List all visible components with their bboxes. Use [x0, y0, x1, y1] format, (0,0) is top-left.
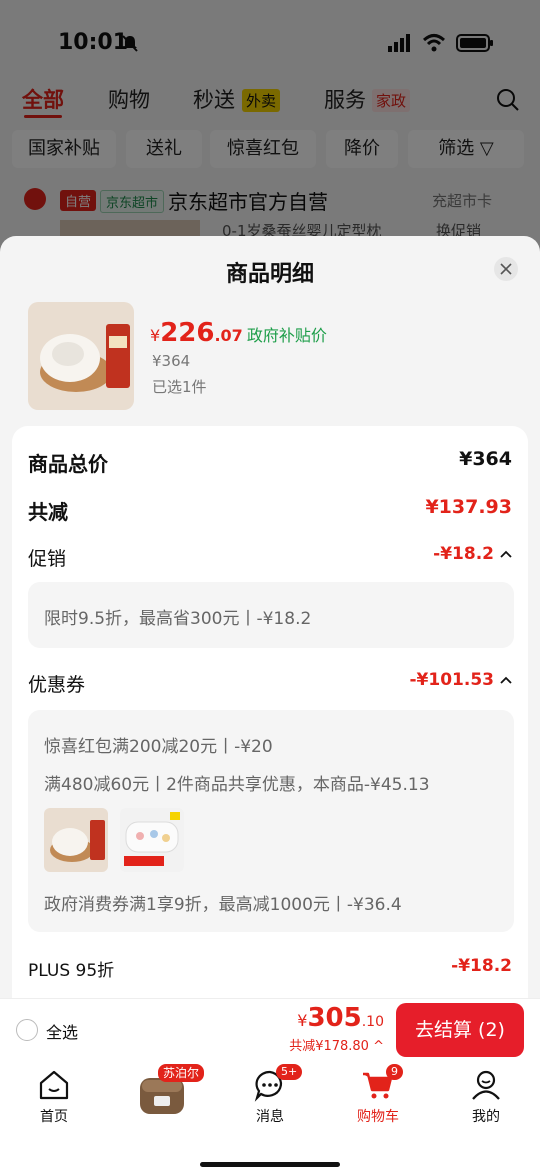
coupon-line-shared: 满480减60元丨2件商品共享优惠，本商品-¥45.13	[44, 775, 430, 795]
total-price-label: 商品总价	[28, 452, 108, 476]
tab-home-label: 首页	[40, 1109, 68, 1125]
sheet-title: 商品明细	[225, 262, 314, 287]
coupon-line-red-packet: 惊喜红包满200减20元丨-¥20	[44, 737, 273, 757]
promotion-label: 促销	[28, 548, 67, 570]
promotion-detail: 限时9.5折，最高省300元丨-¥18.2	[44, 609, 312, 629]
total-yen: ¥	[297, 1011, 308, 1030]
select-all-radio[interactable]	[16, 1019, 38, 1041]
tab-profile[interactable]: 我的	[446, 1068, 526, 1126]
saving-toggle[interactable]: 共减¥178.80 ^	[289, 1035, 384, 1054]
plus-discount-value: -¥18.2	[451, 956, 512, 976]
shared-coupon-item-thumb-1	[44, 808, 108, 872]
price-yen: ¥	[150, 326, 161, 345]
promo-brand-badge: 苏泊尔	[158, 1064, 205, 1082]
subsidy-price-tag: 政府补贴价	[246, 326, 327, 345]
promotion-value: -¥18.2	[433, 544, 494, 564]
home-indicator	[200, 1162, 340, 1167]
checkout-bar: 全选 ¥305.10 共减¥178.80 ^ 去结算 (2)	[0, 998, 540, 1060]
price-decimal: .07	[214, 326, 243, 345]
profile-icon	[472, 1070, 500, 1100]
bottom-tab-bar: 首页 苏泊尔 消息 5+ 购物车 9 我的	[0, 1060, 540, 1174]
coupon-value: -¥101.53	[409, 670, 495, 690]
selected-count: 已选1件	[152, 378, 207, 396]
product-detail-sheet: 商品明细 ¥226.07 政府补贴价 ¥364 已选1件 商品总价 ¥364 共减…	[0, 236, 540, 998]
coupon-detail-box: 惊喜红包满200减20元丨-¥20 满480减60元丨2件商品共享优惠，本商品-…	[28, 710, 514, 932]
cart-count-badge: 9	[386, 1064, 403, 1080]
total-integer: 305	[307, 1003, 362, 1033]
saving-amount: 共减¥178.80	[289, 1039, 369, 1054]
chevron-up-icon: ^	[373, 1039, 384, 1054]
promotion-detail-box: 限时9.5折，最高省300元丨-¥18.2	[28, 582, 514, 648]
coupon-toggle[interactable]: -¥101.53	[410, 670, 513, 690]
promotion-toggle[interactable]: -¥18.2	[433, 544, 512, 564]
tab-profile-label: 我的	[472, 1109, 500, 1125]
select-all-label[interactable]: 全选	[46, 1019, 78, 1043]
price-breakdown-card: 商品总价 ¥364 共减 ¥137.93 促销 -¥18.2 限时9.5折，最高…	[12, 426, 528, 998]
product-image	[28, 302, 134, 410]
shared-coupon-item-thumb-2	[120, 808, 184, 872]
tab-messages-label: 消息	[256, 1109, 284, 1125]
close-icon	[500, 263, 512, 275]
total-reduce-value: ¥137.93	[425, 496, 512, 518]
checkout-button[interactable]: 去结算 (2)	[396, 1003, 524, 1057]
coupon-label: 优惠券	[28, 674, 86, 696]
message-count-badge: 5+	[276, 1064, 303, 1080]
tab-home[interactable]: 首页	[14, 1068, 94, 1126]
home-icon	[39, 1070, 69, 1100]
tab-cart-label: 购物车	[357, 1109, 399, 1125]
product-price: ¥226.07 政府补贴价	[150, 318, 327, 348]
checkout-total: ¥305.10	[297, 1003, 384, 1033]
total-price-value: ¥364	[459, 448, 512, 470]
chevron-up-icon	[500, 550, 512, 558]
total-decimal: .10	[361, 1014, 384, 1030]
total-reduce-label: 共减	[28, 500, 68, 524]
original-price: ¥364	[152, 352, 191, 370]
close-button[interactable]	[494, 257, 518, 281]
tab-cart[interactable]: 购物车	[338, 1068, 418, 1126]
plus-discount-label: PLUS 95折	[28, 961, 115, 981]
price-integer: 226	[160, 318, 215, 348]
chevron-up-icon	[500, 676, 512, 684]
coupon-line-gov-voucher: 政府消费券满1享9折，最高减1000元丨-¥36.4	[44, 895, 402, 915]
